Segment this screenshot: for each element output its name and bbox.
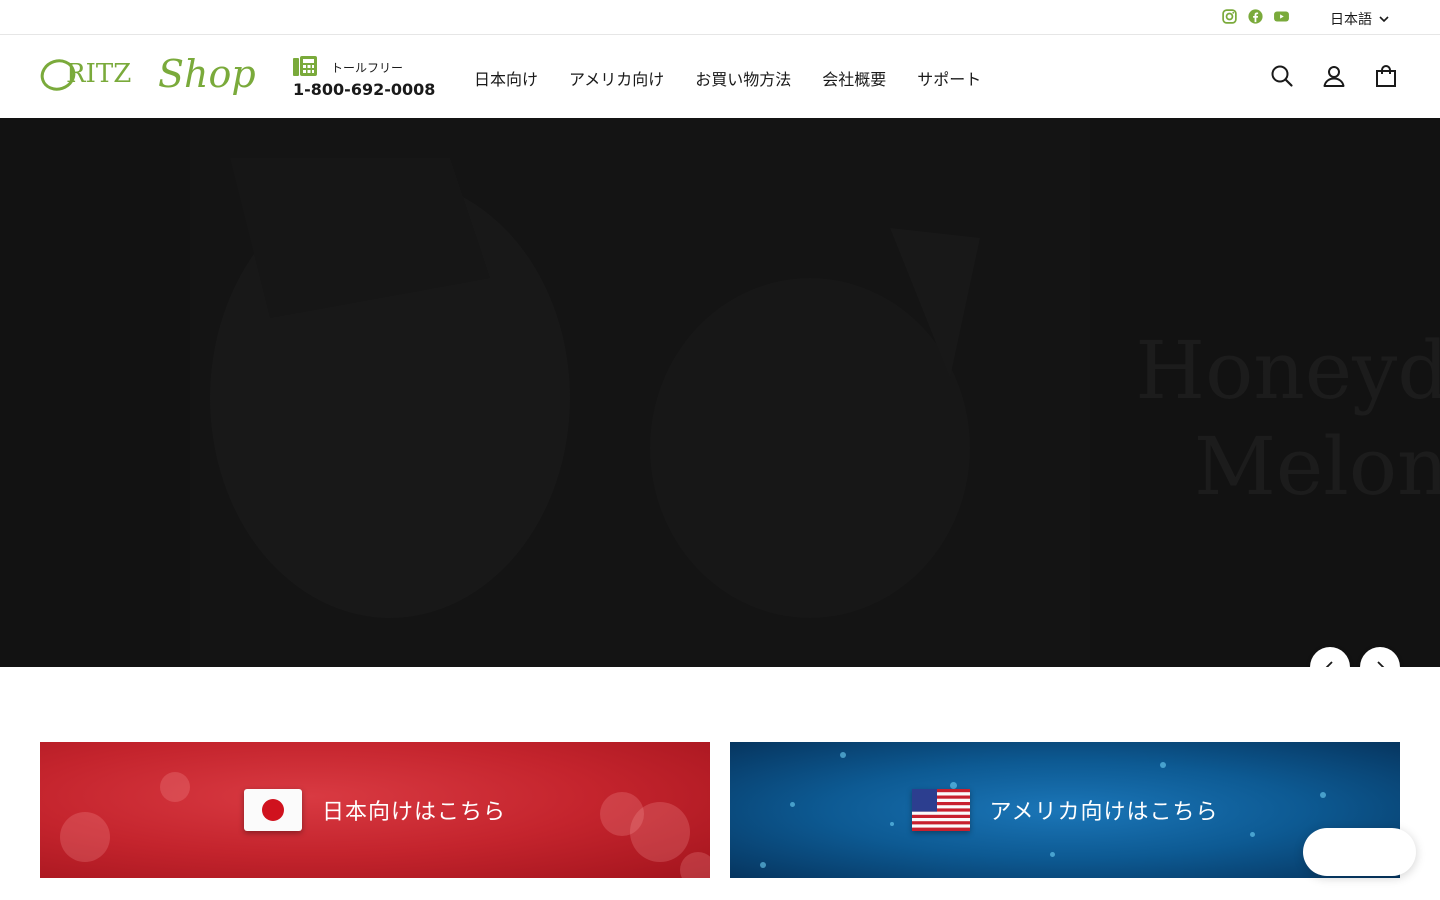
nav-item-company[interactable]: 会社概要 (822, 66, 886, 90)
usa-banner[interactable]: アメリカ向けはこちら (730, 742, 1400, 878)
bokeh (1160, 762, 1166, 768)
bokeh (840, 752, 846, 758)
bokeh (760, 862, 766, 868)
japan-flag-icon (243, 789, 302, 831)
hero-background-image (190, 118, 1090, 667)
slider-next-button[interactable] (1360, 647, 1400, 667)
site-logo[interactable]: RITZ Shop (40, 51, 260, 105)
nav-item-usa[interactable]: アメリカ向け (569, 66, 664, 90)
main-nav: 日本向け アメリカ向け お買い物方法 会社概要 サポート (474, 66, 981, 90)
bokeh (1250, 832, 1255, 837)
nav-item-japan[interactable]: 日本向け (474, 66, 538, 90)
bokeh (60, 812, 110, 862)
site-header: RITZ Shop トールフリー 1-800-692-0008 日本向け アメリ… (0, 35, 1440, 118)
bokeh (890, 822, 894, 826)
bokeh (680, 852, 710, 878)
language-selector[interactable]: 日本語 (1330, 9, 1390, 29)
header-actions (1270, 64, 1398, 88)
phone-number[interactable]: 1-800-692-0008 (293, 80, 435, 99)
language-label: 日本語 (1330, 12, 1372, 28)
logo-wordmark: RITZ (66, 59, 131, 89)
usa-banner-content: アメリカ向けはこちら (911, 789, 1219, 831)
phone-label: トールフリー (331, 61, 404, 75)
phone-icon (293, 56, 317, 76)
japan-banner[interactable]: 日本向けはこちら (40, 742, 710, 878)
hero-slideshow: Honeyd Melon (0, 118, 1440, 667)
search-icon[interactable] (1270, 64, 1294, 88)
chevron-right-icon (1377, 661, 1385, 667)
facebook-icon[interactable] (1247, 8, 1264, 25)
hero-title: Honeyd Melon (1098, 323, 1440, 515)
account-icon[interactable] (1322, 64, 1346, 88)
bokeh (950, 782, 957, 789)
chevron-down-icon (1379, 16, 1389, 23)
japan-banner-label: 日本向けはこちら (321, 800, 506, 825)
youtube-icon[interactable] (1273, 8, 1290, 25)
bokeh (790, 802, 795, 807)
social-links (1221, 8, 1290, 25)
bokeh (160, 772, 190, 802)
bokeh (1320, 792, 1326, 798)
bokeh (630, 802, 690, 862)
nav-item-how-to-shop[interactable]: お買い物方法 (695, 66, 791, 90)
japan-banner-content: 日本向けはこちら (243, 789, 506, 831)
slider-prev-button[interactable] (1310, 647, 1350, 667)
hero-title-line1: Honeyd (1135, 324, 1440, 417)
chevron-left-icon (1325, 661, 1333, 667)
utility-bar: 日本語 (0, 0, 1440, 35)
usa-flag-icon (911, 789, 970, 831)
nav-item-support[interactable]: サポート (917, 66, 981, 90)
bokeh (1050, 852, 1055, 857)
instagram-icon[interactable] (1221, 8, 1238, 25)
cart-icon[interactable] (1374, 64, 1398, 88)
hero-title-line2: Melon (1194, 420, 1440, 513)
chat-widget-button[interactable] (1303, 828, 1416, 876)
logo-script: Shop (158, 52, 256, 96)
usa-banner-label: アメリカ向けはこちら (989, 800, 1219, 825)
